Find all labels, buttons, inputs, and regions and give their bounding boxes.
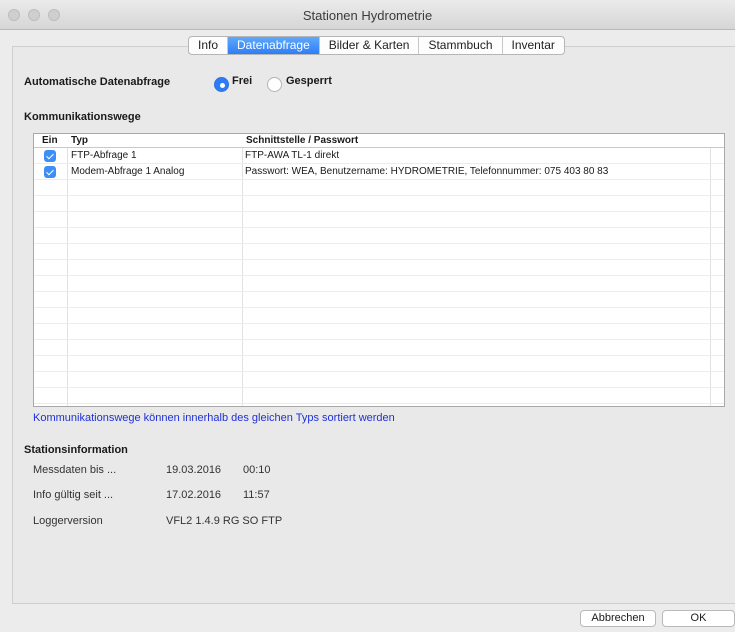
row-divider (34, 387, 724, 388)
column-divider (242, 134, 243, 406)
info-gueltig-label: Info gültig seit ... (33, 489, 114, 501)
schnittstelle-cell: Passwort: WEA, Benutzername: HYDROMETRIE… (245, 166, 609, 177)
row-divider (34, 195, 724, 196)
frei-radio-label[interactable]: Frei (232, 75, 252, 87)
cancel-button[interactable]: Abbrechen (580, 610, 656, 627)
tab-datenabfrage[interactable]: Datenabfrage (228, 37, 320, 54)
row-divider (34, 179, 724, 180)
row-divider (34, 275, 724, 276)
loggerversion-label: Loggerversion (33, 515, 103, 527)
column-header-typ[interactable]: Typ (71, 135, 88, 146)
kommunikationswege-table[interactable]: Ein Typ Schnittstelle / Passwort FTP-Abf… (33, 133, 725, 407)
kommunikationswege-heading: Kommunikationswege (24, 111, 141, 123)
row-divider (34, 339, 724, 340)
row-divider (34, 307, 724, 308)
column-header-schnittstelle[interactable]: Schnittstelle / Passwort (246, 135, 358, 146)
info-gueltig-date: 17.02.2016 (166, 489, 222, 501)
table-header: Ein Typ Schnittstelle / Passwort (34, 134, 724, 148)
row-divider (34, 211, 724, 212)
frei-radio[interactable] (214, 77, 229, 92)
enabled-checkbox[interactable] (44, 150, 56, 162)
info-gueltig-time: 11:57 (243, 489, 270, 501)
title-bar: Stationen Hydrometrie (0, 0, 735, 30)
typ-cell: FTP-Abfrage 1 (71, 150, 137, 161)
row-divider (34, 323, 724, 324)
tab-stammbuch[interactable]: Stammbuch (419, 37, 503, 54)
stationsinformation-heading: Stationsinformation (24, 444, 128, 456)
enabled-checkbox[interactable] (44, 166, 56, 178)
window-title: Stationen Hydrometrie (302, 8, 433, 23)
row-divider (34, 259, 724, 260)
row-divider (34, 227, 724, 228)
messdaten-label: Messdaten bis ... (33, 464, 117, 476)
column-header-ein[interactable]: Ein (42, 135, 58, 146)
tab-bilder-karten[interactable]: Bilder & Karten (320, 37, 420, 54)
loggerversion-value: VFL2 1.4.9 RG SO FTP (166, 515, 283, 527)
tab-info[interactable]: Info (189, 37, 229, 54)
row-divider (34, 243, 724, 244)
tab-bar: Info Datenabfrage Bilder & Karten Stammb… (188, 36, 565, 55)
gesperrt-radio[interactable] (267, 77, 282, 92)
row-divider (34, 291, 724, 292)
messdaten-time: 00:10 (243, 464, 271, 476)
datenabfrage-label: Automatische Datenabfrage (24, 76, 171, 88)
gesperrt-radio-label[interactable]: Gesperrt (286, 75, 332, 87)
ok-button[interactable]: OK (662, 610, 735, 627)
row-divider (34, 403, 724, 404)
main-window: Stationen Hydrometrie Info Datenabfrage … (0, 0, 735, 632)
tab-inventar[interactable]: Inventar (503, 37, 564, 54)
row-divider (34, 163, 724, 164)
sort-hint-text: Kommunikationswege können innerhalb des … (33, 412, 395, 424)
column-divider (710, 134, 711, 406)
row-divider (34, 355, 724, 356)
typ-cell: Modem-Abfrage 1 Analog (71, 166, 185, 177)
row-divider (34, 371, 724, 372)
schnittstelle-cell: FTP-AWA TL-1 direkt (245, 150, 340, 161)
column-divider (67, 134, 68, 406)
messdaten-date: 19.03.2016 (166, 464, 222, 476)
